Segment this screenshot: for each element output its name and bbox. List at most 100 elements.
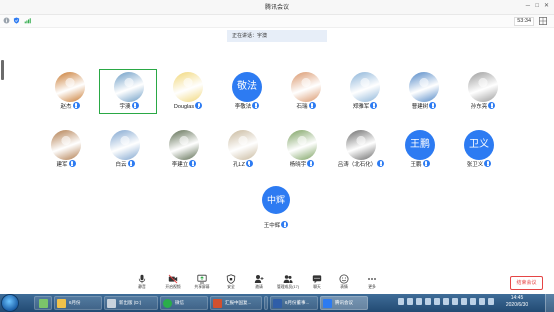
participant-tile[interactable]: 杨晓宇 (272, 128, 332, 172)
taskbar-app-1[interactable] (34, 296, 52, 310)
more-button[interactable]: 更多 (357, 274, 387, 294)
chat-button[interactable]: 聊天 (302, 274, 332, 294)
start-button[interactable] (2, 295, 18, 311)
system-clock[interactable]: 14:45 2020/6/30 (500, 295, 534, 309)
avatar: 敬法 (232, 72, 262, 102)
invite-button[interactable]: 邀请 (244, 274, 274, 294)
participant-tile[interactable]: 孙东亮 (453, 70, 513, 114)
microphone-status-icon (195, 102, 203, 110)
participant-name: Douglas (173, 104, 195, 110)
microphone-status-icon (127, 160, 135, 168)
taskbar-wechat[interactable]: 微信 (160, 296, 208, 310)
participant-tile[interactable]: 李建立 (154, 128, 214, 172)
microphone-status-icon (429, 102, 437, 110)
microphone-status-icon (131, 102, 139, 110)
meeting-toolbar: 静音 开启视频 共享屏幕 安全 邀请 管理成员(17) 聊天 表情 更多 (0, 272, 554, 294)
share-screen-button[interactable]: 共享屏幕 (187, 274, 217, 294)
microphone-status-icon (68, 160, 76, 168)
folder-icon (57, 299, 66, 308)
end-meeting-button[interactable]: 结束会议 (510, 276, 543, 290)
powerpoint-icon (213, 299, 222, 308)
tencent-meeting-icon (323, 299, 332, 308)
side-panel-handle[interactable] (1, 60, 4, 80)
mute-button[interactable]: 静音 (127, 274, 157, 294)
avatar (287, 130, 317, 160)
avatar (291, 72, 321, 102)
avatar (468, 72, 498, 102)
taskbar-word[interactable]: 6月份董事... (270, 296, 318, 310)
participant-tile[interactable]: 卫义 张卫义 (449, 128, 509, 172)
avatar (228, 130, 258, 160)
tray-icon[interactable] (425, 298, 431, 305)
avatar (110, 130, 140, 160)
wechat-icon (163, 299, 172, 308)
participant-name-row: 杨晓宇 (272, 160, 332, 170)
tray-icon[interactable] (443, 298, 449, 305)
participant-tile[interactable]: 宇澳 (99, 69, 159, 114)
mute-label: 静音 (138, 285, 146, 289)
participant-tile[interactable]: 孔LZ (213, 128, 273, 172)
participant-tile[interactable]: 中辉 王中辉 (246, 186, 306, 232)
tray-icon[interactable] (434, 298, 440, 305)
shield-icon[interactable] (13, 17, 20, 24)
clock-time: 14:45 (510, 295, 524, 301)
tray-icon[interactable] (416, 298, 422, 305)
microphone-status-icon (245, 160, 253, 168)
network-icon[interactable] (479, 298, 485, 305)
participant-name-row: 建军 (36, 160, 96, 170)
invite-icon (254, 275, 264, 283)
volume-icon[interactable] (470, 298, 476, 305)
reactions-button[interactable]: 表情 (329, 274, 359, 294)
taskbar-app-2[interactable] (264, 296, 268, 310)
taskbar-folder-label: 6月份 (69, 300, 81, 305)
meeting-info-bar: 53:34 (0, 15, 554, 28)
tray-icon[interactable] (398, 298, 404, 305)
manage-members-label: 管理成员(17) (277, 285, 299, 289)
tray-icon[interactable] (407, 298, 413, 305)
maximize-icon[interactable]: □ (535, 2, 539, 10)
participant-name: 吕涛（北石化） (337, 162, 377, 168)
taskbar-powerpoint[interactable]: 汇报中国复... (210, 296, 262, 310)
participant-tile[interactable]: 王鹏 王鹏 (390, 128, 450, 172)
start-video-button[interactable]: 开启视频 (158, 274, 188, 294)
participant-tile[interactable]: 建军 (36, 128, 96, 172)
manage-members-button[interactable]: 管理成员(17) (273, 274, 303, 294)
close-icon[interactable]: ✕ (544, 2, 549, 10)
taskbar-tencent-meeting[interactable]: 腾讯会议 (320, 296, 368, 310)
participant-tile[interactable]: 吕涛（北石化） (331, 128, 391, 172)
participant-name-row: 李敬法 (217, 102, 277, 112)
participant-tile[interactable]: 赵杰 (40, 70, 100, 114)
participant-tile[interactable]: 曹建树 (394, 70, 454, 114)
participant-tile[interactable]: 郑雅军 (335, 70, 395, 114)
gallery-view-icon[interactable] (539, 17, 547, 25)
microphone-status-icon (488, 102, 496, 110)
taskbar-drive[interactable]: 新出版 (D:) (104, 296, 158, 310)
start-video-label: 开启视频 (165, 285, 181, 289)
participant-name: 王中辉 (263, 223, 281, 229)
avatar (169, 130, 199, 160)
participant-name-row: 赵杰 (40, 102, 100, 112)
microphone-status-icon (189, 160, 197, 168)
participant-name-row: 王中辉 (246, 221, 306, 231)
taskbar-word-label: 6月份董事... (285, 300, 310, 305)
participant-tile[interactable]: 白云 (95, 128, 155, 172)
tray-icon[interactable] (461, 298, 467, 305)
avatar (409, 72, 439, 102)
show-desktop-button[interactable] (545, 294, 554, 312)
security-button[interactable]: 安全 (216, 274, 246, 294)
signal-icon (24, 18, 31, 24)
participant-name: 建军 (56, 162, 68, 168)
participant-name-row: 宇澳 (99, 102, 159, 112)
minimize-icon[interactable]: ─ (526, 2, 530, 10)
avatar (51, 130, 81, 160)
tray-icon[interactable] (452, 298, 458, 305)
microphone-status-icon (422, 160, 430, 168)
info-icon[interactable] (3, 17, 10, 24)
participant-tile[interactable]: Douglas (158, 70, 218, 114)
share-screen-label: 共享屏幕 (194, 285, 210, 289)
participant-tile[interactable]: 石瑞 (276, 70, 336, 114)
taskbar-folder[interactable]: 6月份 (54, 296, 102, 310)
participant-tile[interactable]: 敬法 李敬法 (217, 70, 277, 114)
participant-name-row: 吕涛（北石化） (331, 160, 391, 170)
input-method-icon[interactable] (488, 298, 494, 305)
